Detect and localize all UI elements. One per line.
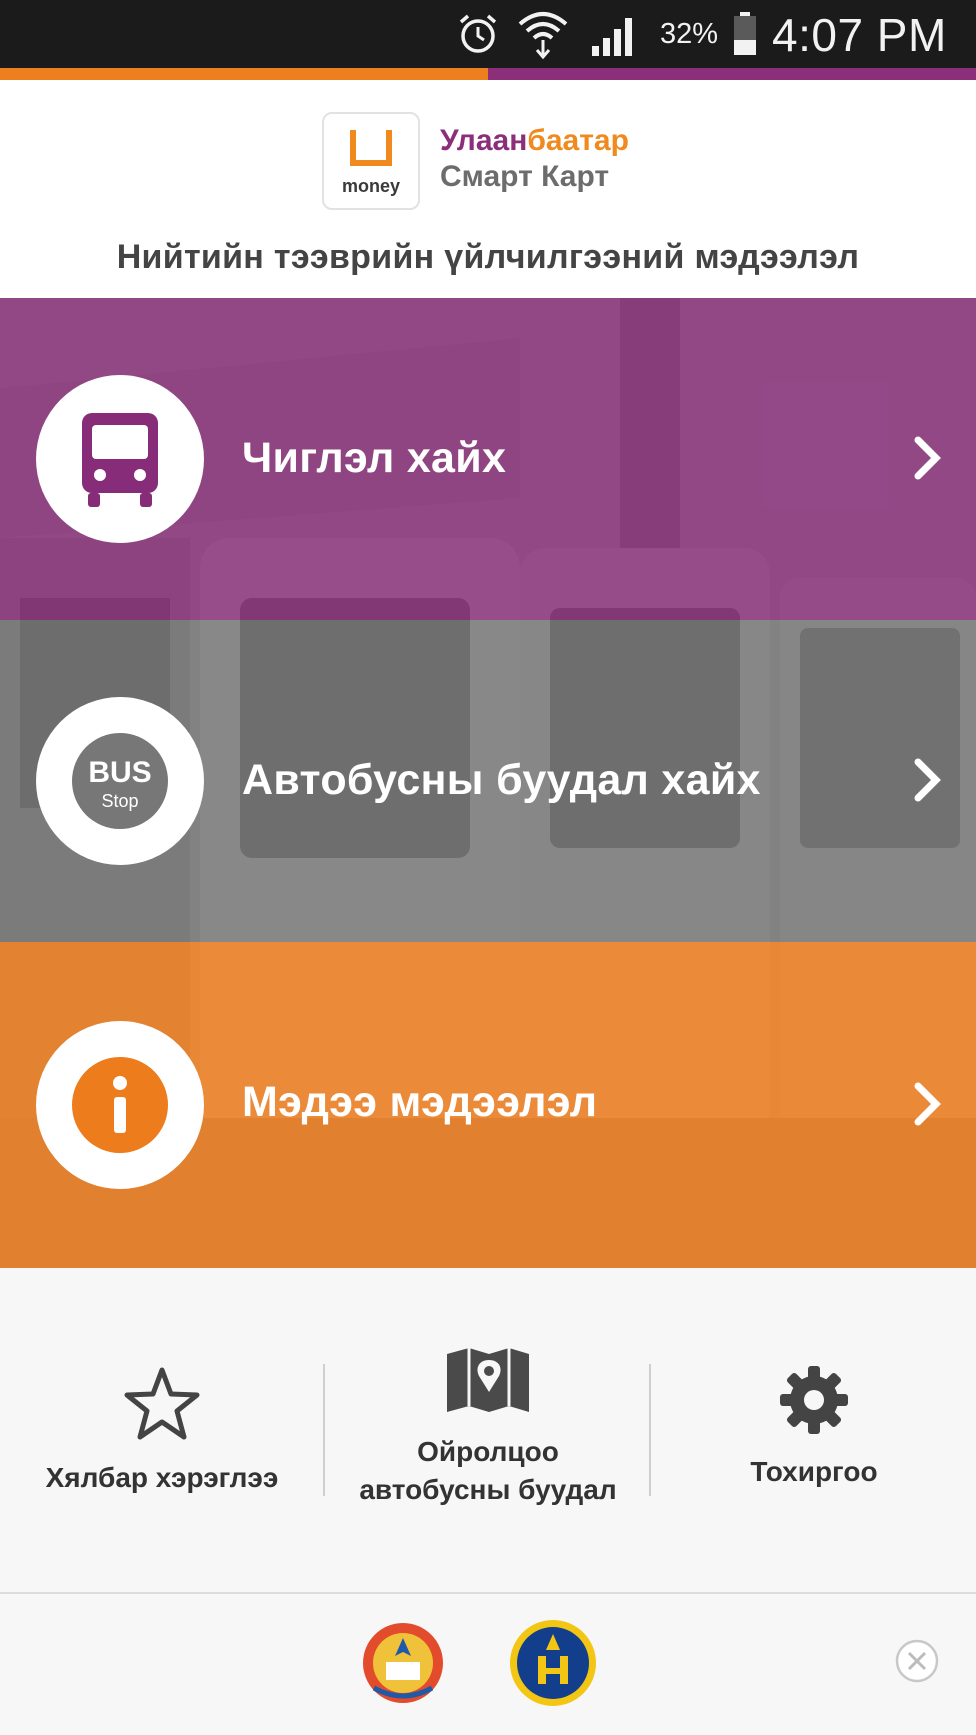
map-pin-icon [447, 1348, 529, 1412]
toolbar-divider [649, 1364, 651, 1496]
bottom-toolbar: Хялбар хэрэглээ Ойролцоо автобусны бууда… [0, 1268, 976, 1592]
progress-fill [0, 68, 488, 80]
bus-stop-icon-text-stop: Stop [101, 791, 138, 811]
route-search-label: Чиглэл хайх [242, 434, 507, 482]
bus-stop-icon: BUS Stop [72, 733, 168, 829]
chevron-right-icon [914, 1082, 941, 1126]
chevron-right-icon [914, 436, 941, 480]
brand-subtitle: Смарт Карт [440, 160, 610, 193]
seal-logo-icon [510, 1620, 596, 1706]
toolbar-divider [323, 1364, 325, 1496]
nearby-stops-label-line2: автобусны буудал [359, 1474, 617, 1505]
progress-strip [0, 68, 976, 80]
bus-stop-icon-text-bus: BUS [88, 756, 151, 789]
chevron-right-icon [914, 758, 941, 802]
signal-icon [592, 18, 632, 56]
bus-stop-icon-circle: BUS Stop [36, 697, 204, 865]
logo-u-mark [350, 130, 392, 166]
close-icon[interactable] [894, 1638, 940, 1684]
status-bar: 32% 4:07 PM [0, 0, 976, 68]
menu-item-news[interactable]: Мэдээ мэдээлэл [0, 942, 976, 1268]
nearby-stops-label-line1: Ойролцоо [417, 1436, 559, 1467]
news-icon-circle [36, 1021, 204, 1189]
battery-icon [734, 12, 756, 55]
menu-item-bus-stop-search[interactable]: BUS Stop Автобусны буудал хайх [0, 620, 976, 942]
settings-label: Тохиргоо [750, 1456, 878, 1487]
brand-title-part1: Улаан [440, 124, 528, 157]
battery-percent: 32% [660, 18, 719, 50]
state-emblem-icon [363, 1623, 443, 1703]
nearby-stops-button[interactable]: Ойролцоо автобусны буудал [326, 1268, 650, 1592]
logo-word: money [341, 176, 401, 196]
app-logo: money [322, 112, 420, 210]
menu-item-route-search[interactable]: Чиглэл хайх [0, 298, 976, 620]
star-icon [124, 1367, 200, 1440]
info-icon [72, 1057, 168, 1153]
news-label: Мэдээ мэдээлэл [242, 1078, 598, 1126]
status-time: 4:07 PM [772, 9, 947, 61]
main-menu: Чиглэл хайх BUS Stop Автобусны буудал ха… [0, 298, 976, 1268]
page-title: Нийтийн тээврийн үйлчилгээний мэдээлэл [116, 238, 860, 276]
settings-button[interactable]: Тохиргоо [652, 1268, 976, 1592]
footer-banner [0, 1592, 976, 1735]
favorites-label: Хялбар хэрэглээ [45, 1462, 279, 1493]
bus-icon [82, 413, 158, 507]
favorites-button[interactable]: Хялбар хэрэглээ [0, 1268, 324, 1592]
wifi-icon [518, 12, 568, 60]
bus-stop-search-label: Автобусны буудал хайх [242, 756, 761, 804]
route-search-icon-circle [36, 375, 204, 543]
brand-title-part2: баатар [527, 124, 629, 157]
alarm-icon [459, 14, 497, 53]
brand-title: Улаанбаатар [440, 124, 629, 158]
gear-icon [780, 1366, 848, 1434]
